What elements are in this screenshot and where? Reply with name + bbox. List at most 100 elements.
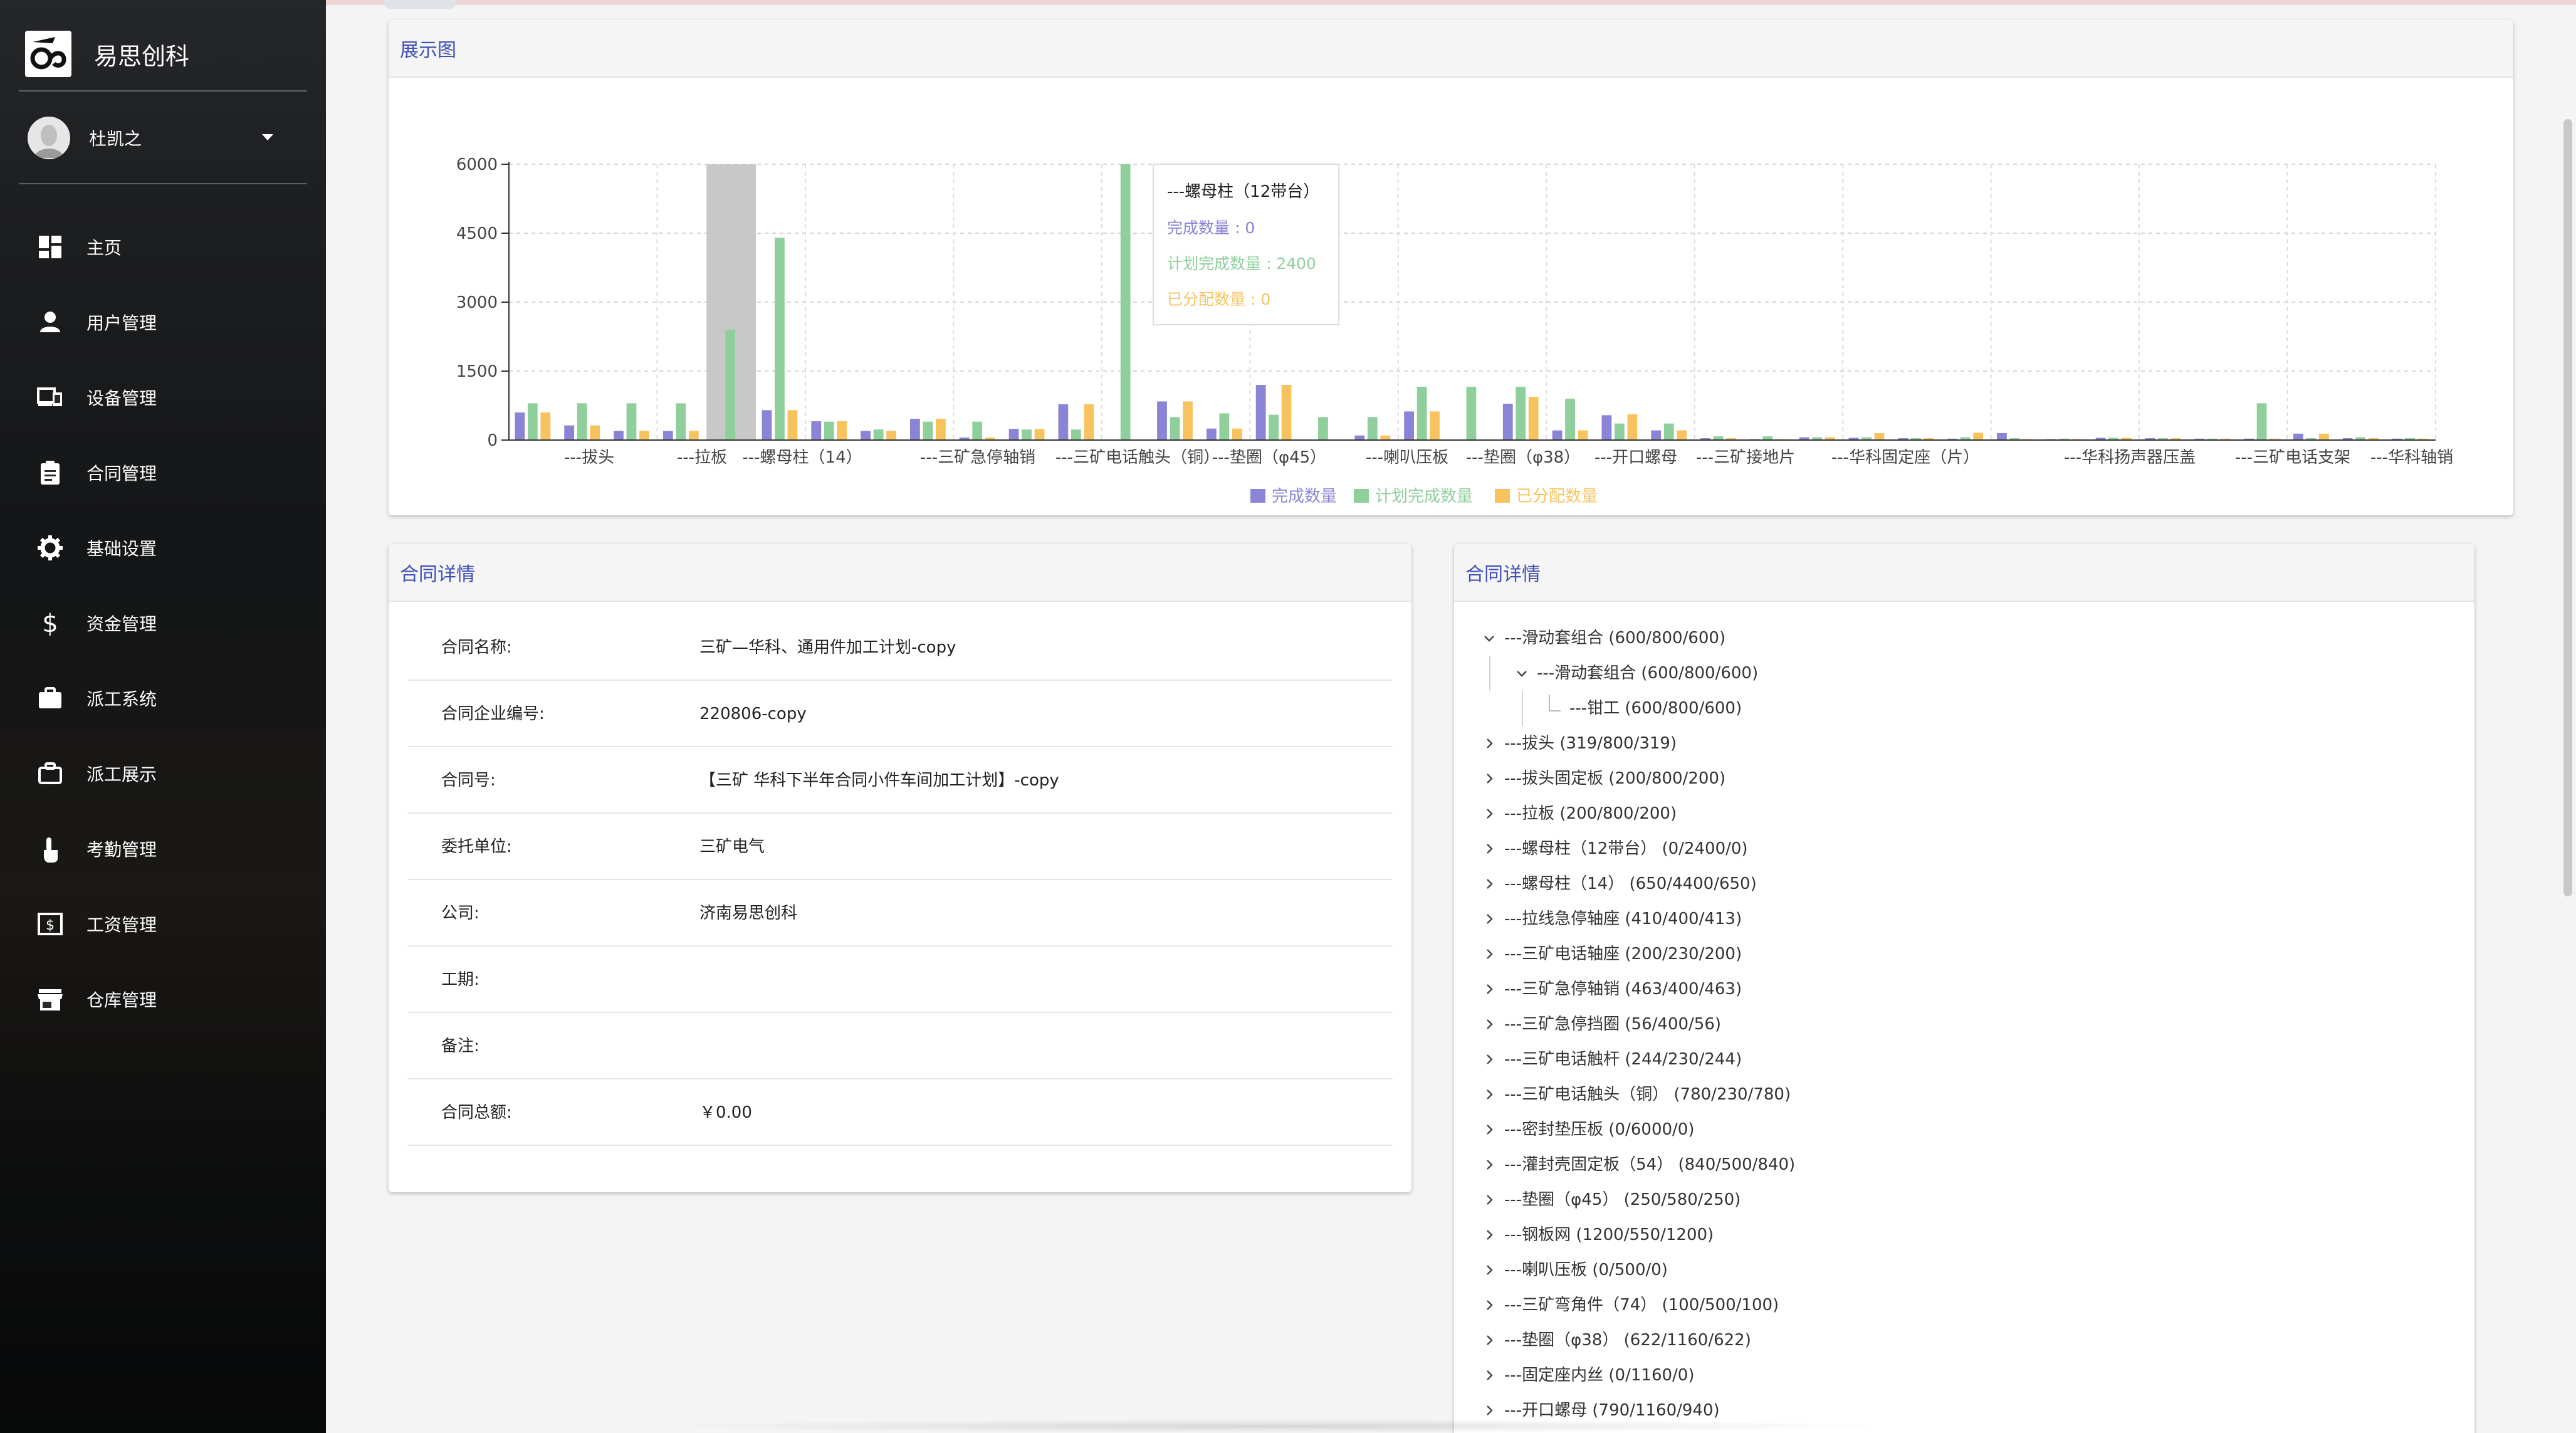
bar[interactable] <box>662 431 673 440</box>
legend-label[interactable]: 已分配数量 <box>1516 487 1598 506</box>
chevron-down-icon[interactable] <box>262 134 273 140</box>
bar[interactable] <box>1663 423 1674 440</box>
bar[interactable] <box>886 431 896 440</box>
tree-node[interactable]: ---滑动套组合 (600/800/600) <box>1454 621 2457 656</box>
page-scrollbar[interactable] <box>2563 119 2572 896</box>
bar[interactable] <box>1874 433 1885 440</box>
tree-node[interactable]: ---螺母柱（14） (650/4400/650) <box>1454 866 2457 901</box>
tree-node[interactable]: ---三矿弯角件（74） (100/500/100) <box>1454 1288 2457 1323</box>
bar[interactable] <box>688 431 699 440</box>
bar[interactable] <box>639 431 649 440</box>
legend-label[interactable]: 计划完成数量 <box>1375 487 1473 506</box>
bar[interactable] <box>1183 401 1193 440</box>
bar[interactable] <box>762 410 772 440</box>
chevron-right-icon[interactable] <box>1482 761 1497 796</box>
chevron-right-icon[interactable] <box>1482 1252 1497 1288</box>
bar[interactable] <box>577 403 587 440</box>
tree-node[interactable]: ---拔头 (319/800/319) <box>1454 726 2457 761</box>
sidebar-item-0[interactable]: 主页 <box>0 209 326 285</box>
bar[interactable] <box>1578 430 1588 440</box>
bar[interactable] <box>1380 435 1391 440</box>
tree-node[interactable]: ---密封垫压板 (0/6000/0) <box>1454 1112 2457 1147</box>
sidebar-item-3[interactable]: 合同管理 <box>0 435 326 510</box>
bar[interactable] <box>527 403 538 440</box>
sidebar-item-7[interactable]: 派工展示 <box>0 736 326 811</box>
chevron-right-icon[interactable] <box>1482 1323 1497 1358</box>
tree-node[interactable]: ---三矿电话触头（铜） (780/230/780) <box>1454 1077 2457 1112</box>
sidebar-item-1[interactable]: 用户管理 <box>0 285 326 360</box>
user-menu[interactable]: 杜凯之 <box>28 114 291 162</box>
chevron-right-icon[interactable] <box>1482 1182 1497 1217</box>
bar[interactable] <box>972 421 983 440</box>
chevron-right-icon[interactable] <box>1482 1147 1497 1182</box>
bar[interactable] <box>1997 433 2007 440</box>
bar[interactable] <box>626 403 637 440</box>
tree-node[interactable]: ---灌封壳固定板（54） (840/500/840) <box>1454 1147 2457 1182</box>
bar[interactable] <box>590 425 600 440</box>
chevron-right-icon[interactable] <box>1482 796 1497 831</box>
tree-node[interactable]: ---固定座内丝 (0/1160/0) <box>1454 1358 2457 1393</box>
tree-node[interactable]: ---喇叭压板 (0/500/0) <box>1454 1252 2457 1288</box>
sidebar-item-9[interactable]: $ 工资管理 <box>0 886 326 962</box>
chevron-right-icon[interactable] <box>1482 1112 1497 1147</box>
tree-node[interactable]: ---三矿电话轴座 (200/230/200) <box>1454 937 2457 972</box>
chevron-down-icon[interactable] <box>1482 621 1497 656</box>
bar[interactable] <box>1206 428 1217 440</box>
sidebar-item-2[interactable]: 设备管理 <box>0 360 326 435</box>
bar[interactable] <box>1404 411 1414 440</box>
bar[interactable] <box>540 412 551 440</box>
tree-node[interactable]: ---垫圈（φ38） (622/1160/622) <box>1454 1323 2457 1358</box>
bar[interactable] <box>2256 403 2267 440</box>
bar[interactable] <box>1651 430 1662 440</box>
bar[interactable] <box>787 410 798 440</box>
chevron-right-icon[interactable] <box>1482 726 1497 761</box>
tree-node[interactable]: ---拉线急停轴座 (410/400/413) <box>1454 901 2457 937</box>
chevron-right-icon[interactable] <box>1482 972 1497 1007</box>
tree-node[interactable]: ---三矿急停挡圈 (56/400/56) <box>1454 1007 2457 1042</box>
bar[interactable] <box>1219 413 1230 440</box>
bar[interactable] <box>564 425 575 440</box>
bar[interactable] <box>1058 404 1069 440</box>
chevron-right-icon[interactable] <box>1482 1077 1497 1112</box>
bar[interactable] <box>2318 433 2329 440</box>
chevron-right-icon[interactable] <box>1482 937 1497 972</box>
chevron-right-icon[interactable] <box>1482 1288 1497 1323</box>
bar[interactable] <box>1157 401 1167 440</box>
bar[interactable] <box>676 403 686 440</box>
sidebar-item-5[interactable]: $ 资金管理 <box>0 585 326 661</box>
bar[interactable] <box>1601 415 1612 440</box>
bar[interactable] <box>1973 433 1984 440</box>
chevron-down-icon[interactable] <box>1514 656 1529 691</box>
bar[interactable] <box>1022 429 1032 440</box>
bar[interactable] <box>923 421 933 440</box>
sidebar-item-6[interactable]: 派工系统 <box>0 661 326 736</box>
bar[interactable] <box>861 431 871 440</box>
sidebar-item-8[interactable]: 考勤管理 <box>0 811 326 886</box>
bar[interactable] <box>824 421 834 440</box>
bar[interactable] <box>936 419 946 440</box>
tree-node[interactable]: ---拔头固定板 (200/800/200) <box>1454 761 2457 796</box>
bar[interactable] <box>1318 417 1328 440</box>
tree-node[interactable]: ---拉板 (200/800/200) <box>1454 796 2457 831</box>
sidebar-item-10[interactable]: 仓库管理 <box>0 962 326 1037</box>
tree-node[interactable]: ---钢板网 (1200/550/1200) <box>1454 1217 2457 1252</box>
bar[interactable] <box>1071 429 1081 440</box>
chevron-right-icon[interactable] <box>1482 1042 1497 1077</box>
bar[interactable] <box>1565 399 1575 440</box>
bar[interactable] <box>1516 386 1526 440</box>
bar[interactable] <box>1502 404 1513 440</box>
bar[interactable] <box>1281 385 1292 440</box>
chevron-right-icon[interactable] <box>1482 866 1497 901</box>
bar[interactable] <box>1269 414 1279 440</box>
bar[interactable] <box>1008 429 1019 440</box>
bar[interactable] <box>515 412 525 440</box>
bar[interactable] <box>873 429 884 440</box>
sidebar-item-4[interactable]: 基础设置 <box>0 510 326 585</box>
bar[interactable] <box>837 421 847 440</box>
bar[interactable] <box>2293 433 2303 440</box>
chevron-right-icon[interactable] <box>1482 1358 1497 1393</box>
bar[interactable] <box>1120 164 1131 440</box>
bar[interactable] <box>1034 429 1045 440</box>
chevron-right-icon[interactable] <box>1482 1217 1497 1252</box>
bar[interactable] <box>1552 430 1563 440</box>
